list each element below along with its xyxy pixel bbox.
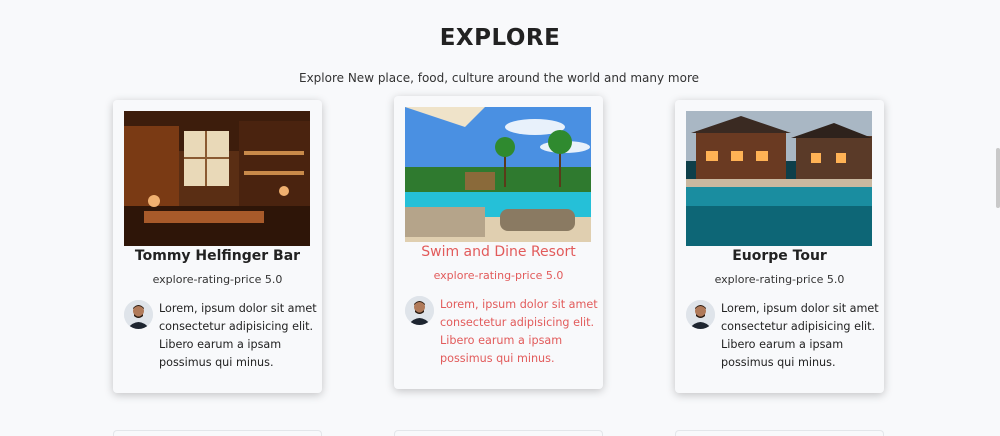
card-title[interactable]: Euorpe Tour	[675, 248, 884, 264]
scrollbar-thumb[interactable]	[996, 148, 1000, 208]
avatar	[124, 300, 153, 329]
resort-pool-image	[405, 107, 591, 242]
section-subtitle: Explore New place, food, culture around …	[298, 71, 700, 85]
card-description: Lorem, ipsum dolor sit amet consectetur …	[440, 298, 598, 365]
avatar	[405, 296, 434, 325]
card-title[interactable]: Tommy Helfinger Bar	[113, 248, 322, 264]
bar-interior-image	[124, 111, 310, 246]
card-rating: explore-rating-price 5.0	[714, 273, 845, 286]
card-description: Lorem, ipsum dolor sit amet consectetur …	[721, 302, 879, 369]
explore-card[interactable]: Euorpe Tour explore-rating-price 5.0 Lor…	[675, 100, 884, 393]
card-rating: explore-rating-price 5.0	[152, 273, 283, 286]
card-rating: explore-rating-price 5.0	[433, 269, 564, 282]
section-title: EXPLORE	[439, 25, 561, 51]
card-title[interactable]: Swim and Dine Resort	[394, 244, 603, 260]
avatar	[686, 300, 715, 329]
explore-card-next-row[interactable]	[675, 430, 884, 436]
card-description: Lorem, ipsum dolor sit amet consectetur …	[159, 302, 317, 369]
explore-card-next-row[interactable]	[394, 430, 603, 436]
explore-card-next-row[interactable]	[113, 430, 322, 436]
explore-card-active[interactable]: Swim and Dine Resort explore-rating-pric…	[394, 96, 603, 389]
villa-pool-image	[686, 111, 872, 246]
explore-card[interactable]: Tommy Helfinger Bar explore-rating-price…	[113, 100, 322, 393]
